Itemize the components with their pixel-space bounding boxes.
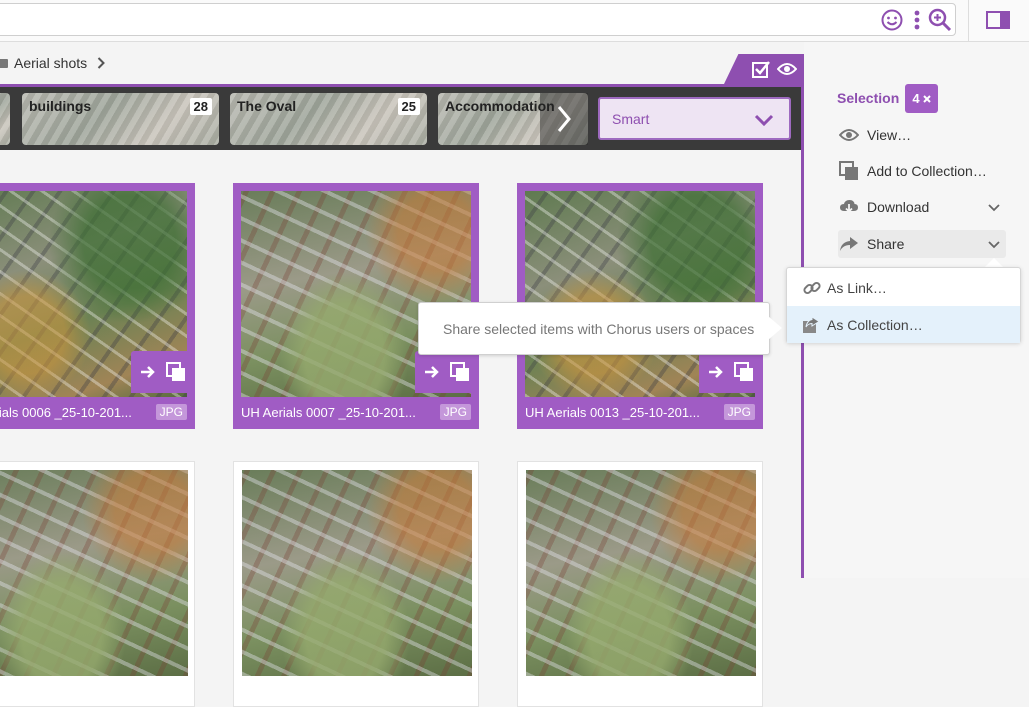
top-bar: [0, 0, 1029, 42]
selection-count-badge[interactable]: 4: [905, 84, 938, 113]
arrow-right-icon[interactable]: [140, 365, 156, 379]
filter-chip-buildings[interactable]: buildings 28: [22, 93, 219, 145]
toolbar-divider: [968, 0, 969, 42]
selection-title: Selection: [837, 90, 900, 106]
file-type-badge: JPG: [723, 404, 755, 420]
add-to-collection-icon: [838, 161, 860, 181]
add-to-collection-icon[interactable]: [165, 362, 186, 382]
asset-name: UH Aerials 0006 _25-10-201...: [0, 405, 132, 420]
download-label: Download: [867, 199, 930, 215]
as-link-label: As Link…: [827, 279, 887, 296]
card-actions: [699, 351, 763, 393]
filter-chip-label: buildings: [29, 98, 92, 114]
file-type-badge: JPG: [439, 404, 471, 420]
eye-icon[interactable]: [776, 62, 798, 81]
filter-chip-the-oval[interactable]: The Oval 25: [230, 93, 427, 145]
filter-chip[interactable]: [0, 93, 10, 145]
add-to-collection-icon[interactable]: [733, 362, 754, 382]
asset-card[interactable]: [0, 461, 195, 707]
search-input[interactable]: [0, 3, 956, 36]
asset-card[interactable]: [233, 461, 479, 707]
toggle-panel-icon[interactable]: [986, 8, 1010, 32]
arrow-right-icon[interactable]: [708, 365, 724, 379]
breadcrumb[interactable]: Aerial shots: [0, 54, 106, 72]
share-arrow-icon: [838, 234, 860, 254]
asset-name: UH Aerials 0007 _25-10-201...: [241, 405, 416, 420]
share-as-collection-option[interactable]: As Collection…: [787, 306, 1020, 343]
filter-chip-label: The Oval: [237, 98, 297, 114]
add-to-collection-icon[interactable]: [449, 362, 470, 382]
arrow-right-icon[interactable]: [424, 365, 440, 379]
chevron-down-icon: [988, 236, 1000, 252]
file-type-badge: JPG: [155, 404, 187, 420]
cloud-download-icon: [838, 197, 860, 217]
download-action[interactable]: Download: [838, 193, 1006, 221]
share-dropdown: As Link… As Collection…: [786, 267, 1021, 343]
smiley-icon[interactable]: [880, 8, 904, 32]
chevron-right-icon: [557, 106, 571, 132]
card-actions: [415, 351, 479, 393]
share-as-link-option[interactable]: As Link…: [787, 269, 1020, 306]
asset-thumbnail[interactable]: [526, 470, 756, 676]
link-icon: [801, 278, 823, 298]
close-icon: [922, 94, 931, 103]
breadcrumb-label[interactable]: Aerial shots: [14, 55, 87, 71]
share-label: Share: [867, 236, 905, 252]
share-tooltip: Share selected items with Chorus users o…: [418, 302, 770, 355]
card-actions: [131, 351, 195, 393]
eye-icon: [838, 125, 860, 145]
tooltip-arrow: [768, 316, 782, 340]
add-to-collection-label: Add to Collection…: [867, 163, 987, 179]
chevron-right-icon: [97, 57, 106, 69]
folder-icon: [0, 58, 8, 68]
tooltip-text: Share selected items with Chorus users o…: [443, 321, 755, 337]
view-label: View…: [867, 127, 912, 143]
view-action[interactable]: View…: [838, 121, 1006, 149]
asset-thumbnail[interactable]: [242, 470, 472, 676]
chevron-down-icon: [754, 113, 774, 131]
asset-card[interactable]: [517, 461, 763, 707]
zoom-search-icon[interactable]: [928, 8, 952, 32]
sort-select[interactable]: Smart: [598, 97, 791, 140]
selection-count: 4: [912, 91, 920, 106]
select-check-icon[interactable]: [752, 60, 770, 83]
filter-chip-count: 25: [397, 98, 420, 115]
add-to-collection-action[interactable]: Add to Collection…: [838, 157, 1006, 185]
chevron-down-icon: [988, 199, 1000, 215]
asset-name: UH Aerials 0013 _25-10-201...: [525, 405, 700, 420]
asset-card[interactable]: UH Aerials 0006 _25-10-201... JPG: [0, 183, 195, 429]
filter-chip-count: 28: [189, 98, 212, 115]
more-options-icon[interactable]: [905, 8, 929, 32]
share-collection-icon: [801, 315, 823, 335]
as-collection-label: As Collection…: [827, 316, 923, 333]
filter-chip-label: Accommodation: [445, 98, 555, 114]
sort-value: Smart: [612, 111, 650, 127]
asset-thumbnail[interactable]: [0, 470, 188, 676]
share-action[interactable]: Share: [838, 230, 1006, 258]
